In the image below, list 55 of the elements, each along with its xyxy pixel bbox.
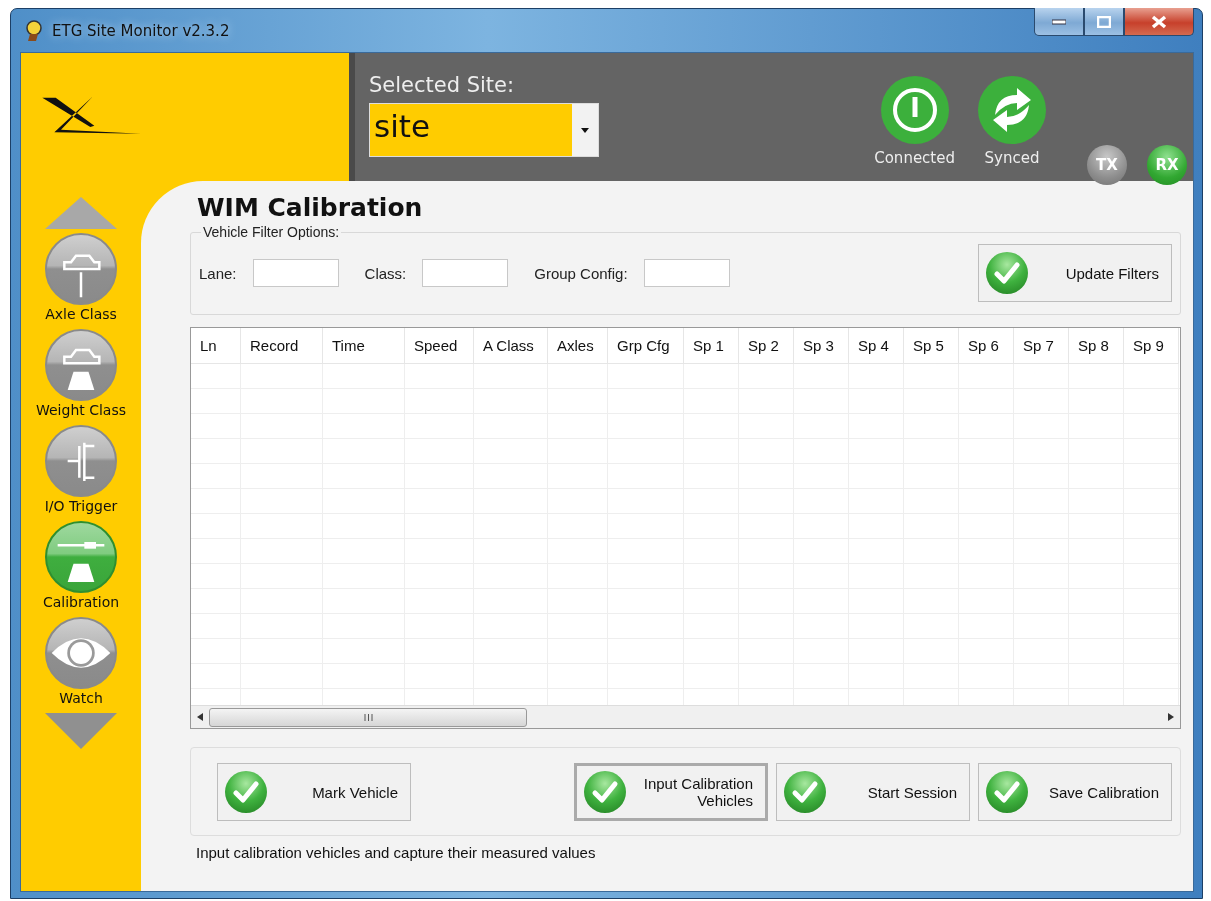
column-header[interactable]: Sp 9 <box>1124 328 1179 364</box>
status-text: Input calibration vehicles and capture their measured values <box>196 844 597 861</box>
status-label: Synced <box>984 149 1040 167</box>
column-header[interactable]: Sp 2 <box>739 328 794 364</box>
column-header[interactable]: Sp 5 <box>904 328 959 364</box>
input-field[interactable] <box>643 259 730 287</box>
window-title: ETG Site Monitor v2.3.2 <box>52 21 230 40</box>
app-icon <box>24 19 44 42</box>
check-icon <box>985 770 1029 814</box>
column-header[interactable]: Sp 8 <box>1069 328 1124 364</box>
scrollbar-thumb[interactable] <box>209 707 527 727</box>
field-label: Class: <box>364 264 407 282</box>
close-icon <box>1151 14 1167 29</box>
column-header[interactable]: Speed <box>405 328 474 364</box>
scroll-right-icon[interactable] <box>1168 713 1174 721</box>
action-button[interactable]: Save Calibration <box>978 763 1172 821</box>
column-header[interactable]: Ln <box>191 328 241 364</box>
grip-icon <box>363 713 373 721</box>
action-button[interactable]: Start Session <box>776 763 970 821</box>
column-header[interactable]: A Class <box>474 328 548 364</box>
close-button[interactable] <box>1124 8 1194 36</box>
status-label: Connected <box>874 149 955 167</box>
check-icon <box>985 251 1029 295</box>
column-header[interactable]: Sp 3 <box>794 328 849 364</box>
action-button[interactable]: Mark Vehicle <box>217 763 411 821</box>
column-header[interactable]: Time <box>323 328 405 364</box>
action-button[interactable]: Input Calibration Vehicles <box>574 763 768 821</box>
column-header[interactable]: Sp 1 <box>684 328 739 364</box>
maximize-button[interactable] <box>1084 8 1124 36</box>
input-field[interactable] <box>422 259 509 287</box>
scroll-up-icon[interactable] <box>45 197 117 229</box>
update-filters-button[interactable]: Update Filters <box>978 244 1172 302</box>
field-label: Group Config: <box>534 264 628 282</box>
minimize-icon <box>1052 18 1066 25</box>
column-header[interactable]: Sp 6 <box>959 328 1014 364</box>
page-title: WIM Calibration <box>197 193 424 222</box>
check-icon <box>224 770 268 814</box>
column-header[interactable]: Record <box>241 328 323 364</box>
scroll-left-icon[interactable] <box>197 713 203 721</box>
horizontal-scrollbar[interactable] <box>191 705 1180 728</box>
check-icon <box>783 770 827 814</box>
column-header[interactable]: Sp 4 <box>849 328 904 364</box>
check-icon <box>583 770 627 814</box>
field-label: Lane: <box>199 264 237 282</box>
maximize-icon <box>1097 15 1111 28</box>
column-header[interactable]: Grp Cfg <box>608 328 684 364</box>
input-field[interactable] <box>252 259 339 287</box>
group-legend: Vehicle Filter Options: <box>201 224 342 240</box>
column-header[interactable]: Sp 7 <box>1014 328 1069 364</box>
column-header[interactable]: Axles <box>548 328 608 364</box>
site-label: Selected Site: <box>369 73 516 97</box>
site-dropdown[interactable]: site <box>369 103 599 157</box>
minimize-button[interactable] <box>1034 8 1084 36</box>
dropdown-caret-icon <box>581 127 589 133</box>
scroll-down-icon[interactable] <box>45 713 117 749</box>
